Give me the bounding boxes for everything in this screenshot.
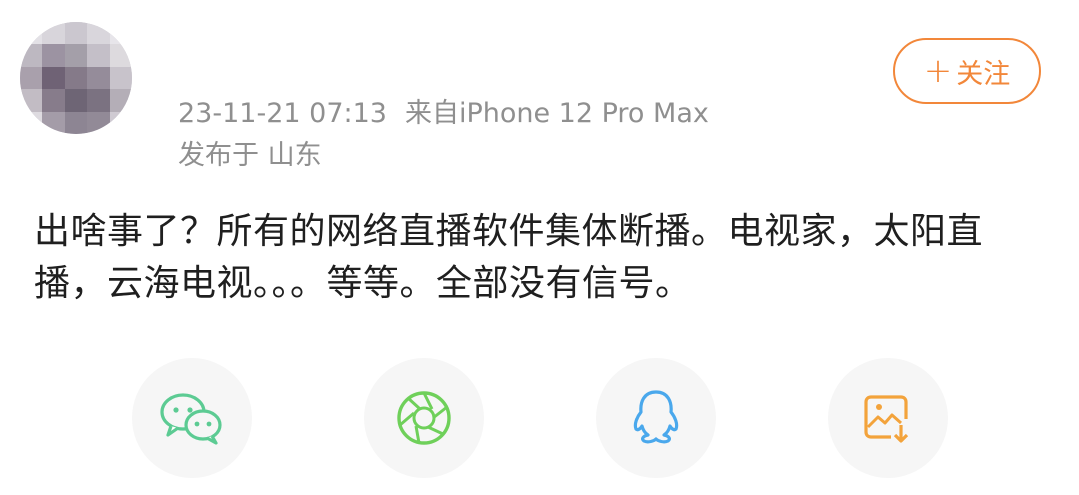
share-moments-button[interactable]	[364, 358, 484, 478]
share-wechat-button[interactable]	[132, 358, 252, 478]
share-qq-button[interactable]	[596, 358, 716, 478]
post-location: 发布于 山东	[178, 140, 322, 171]
save-image-icon	[864, 395, 909, 443]
moments-shutter-icon	[397, 391, 451, 445]
post-meta: 23-11-21 07:13 来自iPhone 12 Pro Max	[178, 98, 709, 130]
follow-button[interactable]: + 关注	[893, 38, 1041, 104]
share-save-image-button[interactable]	[828, 358, 948, 478]
post-content: 出啥事了？所有的网络直播软件集体断播。电视家，太阳直播，云海电视。。。等等。全部…	[34, 211, 984, 304]
avatar[interactable]	[20, 22, 132, 134]
username-redacted[interactable]	[178, 40, 374, 80]
follow-label: 关注	[956, 58, 1011, 90]
plus-icon: +	[923, 51, 953, 91]
wechat-icon	[160, 393, 222, 445]
qq-penguin-icon	[633, 390, 679, 444]
post-source: 来自iPhone 12 Pro Max	[404, 98, 709, 129]
post-timestamp: 23-11-21 07:13	[178, 98, 387, 129]
